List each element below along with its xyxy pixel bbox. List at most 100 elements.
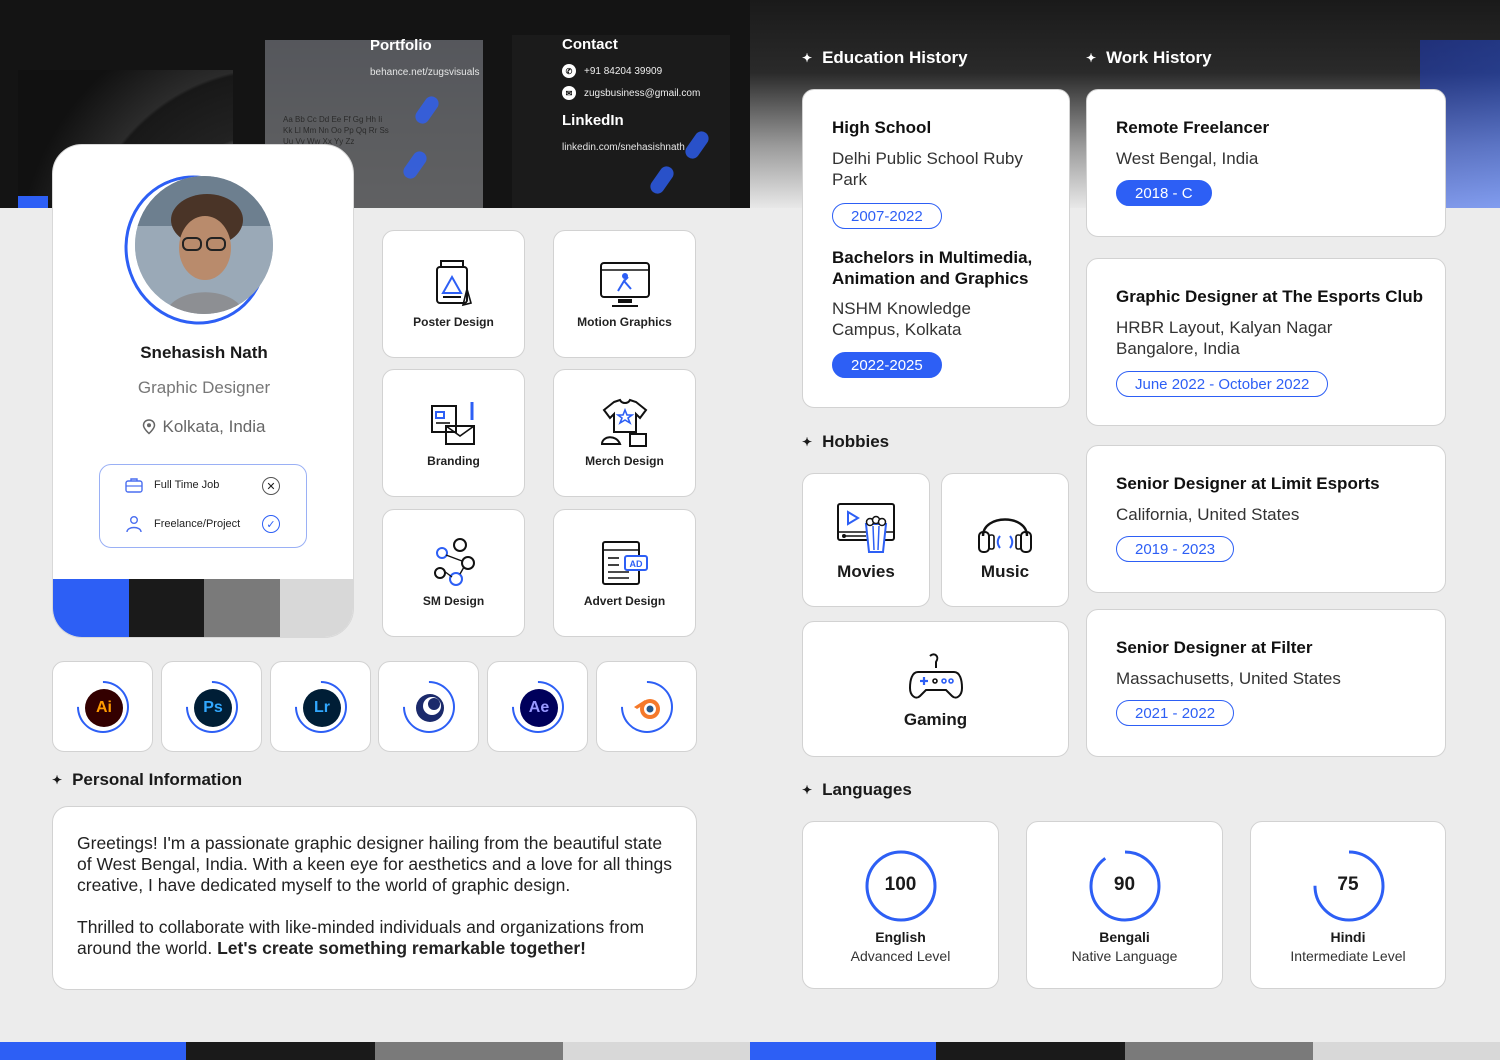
bio-paragraph-1: Greetings! I'm a passionate graphic desi… bbox=[77, 833, 673, 895]
skill-poster-design: Poster Design bbox=[382, 230, 525, 358]
bio-paragraph-2: Thrilled to collaborate with like-minded… bbox=[77, 917, 645, 958]
hobby-gaming: Gaming bbox=[802, 621, 1069, 757]
branding-icon bbox=[430, 402, 475, 445]
work-place: West Bengal, India bbox=[1116, 149, 1259, 168]
skill-sm-design: SM Design bbox=[382, 509, 525, 637]
language-score: 75 bbox=[1337, 874, 1359, 895]
footer-bar-black bbox=[936, 1042, 1125, 1060]
skill-label: Merch Design bbox=[585, 454, 664, 468]
footer-bar-blue bbox=[0, 1042, 186, 1060]
software-tile-blender bbox=[596, 661, 697, 752]
movies-icon bbox=[837, 503, 895, 553]
skill-motion-graphics: Motion Graphics bbox=[553, 230, 696, 358]
work-title: Graphic Designer at The Esports Club bbox=[1116, 287, 1424, 306]
languages-heading: ✦ Languages bbox=[802, 780, 912, 799]
work-card: Remote Freelancer West Bengal, India 201… bbox=[1086, 89, 1446, 237]
footer-bar-light bbox=[1313, 1042, 1500, 1060]
phone-number[interactable]: +91 84204 39909 bbox=[584, 66, 662, 77]
skill-advert-design: AD Advert Design bbox=[553, 509, 696, 637]
sparkle-icon: ✦ bbox=[52, 773, 63, 787]
hobby-label: Gaming bbox=[903, 710, 968, 729]
work-card: Senior Designer at Limit Esports Califor… bbox=[1086, 445, 1446, 593]
job-option-freelance: Freelance/Project bbox=[124, 515, 240, 533]
software-tile-after-effects: Ae bbox=[487, 661, 588, 752]
work-heading: ✦ Work History bbox=[1086, 48, 1212, 67]
email-address[interactable]: zugsbusiness@gmail.com bbox=[584, 88, 700, 99]
linkedin-title: LinkedIn bbox=[562, 112, 624, 129]
gamepad-icon bbox=[908, 653, 963, 699]
language-score: 90 bbox=[1113, 874, 1136, 895]
after-effects-icon: Ae bbox=[520, 689, 558, 727]
skill-branding: Branding bbox=[382, 369, 525, 497]
merch-icon bbox=[600, 398, 647, 447]
illustrator-icon: Ai bbox=[85, 689, 123, 727]
check-icon[interactable]: ✓ bbox=[262, 515, 280, 533]
social-media-icon bbox=[433, 538, 475, 586]
location-pin-icon bbox=[143, 419, 156, 435]
language-level: Advanced Level bbox=[850, 948, 951, 964]
job-option-fulltime: Full Time Job bbox=[124, 476, 219, 494]
personal-info-heading: ✦ Personal Information bbox=[52, 770, 243, 789]
phone-row: ✆ +91 84204 39909 bbox=[562, 64, 662, 78]
blender-icon bbox=[629, 689, 667, 727]
skill-merch-design: Merch Design bbox=[553, 369, 696, 497]
sparkle-icon: ✦ bbox=[802, 783, 813, 797]
linkedin-link[interactable]: linkedin.com/snehasishnath bbox=[562, 142, 685, 153]
avatar-illustration bbox=[135, 176, 273, 314]
education-heading: ✦ Education History bbox=[802, 48, 968, 67]
lightroom-icon: Lr bbox=[303, 689, 341, 727]
swatch-gray bbox=[204, 579, 280, 637]
job-option-label: Freelance/Project bbox=[154, 518, 241, 530]
skill-label: Branding bbox=[427, 454, 480, 468]
hobby-music: Music bbox=[941, 473, 1069, 607]
skill-label: Motion Graphics bbox=[577, 315, 672, 329]
hobby-label: Music bbox=[980, 562, 1030, 581]
work-years: June 2022 - October 2022 bbox=[1116, 371, 1329, 397]
profile-role: Graphic Designer bbox=[137, 378, 271, 397]
photoshop-icon: Ps bbox=[194, 689, 232, 727]
education-title: Bachelors in Multimedia, Animation and G… bbox=[832, 248, 1033, 288]
personal-info-card: Greetings! I'm a passionate graphic desi… bbox=[52, 806, 697, 990]
language-card-bengali: 90 Bengali Native Language bbox=[1026, 821, 1223, 989]
avatar bbox=[135, 176, 273, 314]
svg-text:AD: AD bbox=[629, 559, 642, 569]
education-card: High School Delhi Public School Ruby Par… bbox=[802, 89, 1070, 408]
footer-bar-light bbox=[563, 1042, 750, 1060]
work-years: 2019 - 2023 bbox=[1116, 536, 1235, 562]
cinema4d-icon bbox=[411, 689, 449, 727]
education-years: 2007-2022 bbox=[832, 203, 942, 229]
skill-label: SM Design bbox=[422, 594, 485, 608]
education-title: High School bbox=[832, 118, 932, 137]
poster-icon bbox=[435, 260, 472, 307]
work-years: 2018 - C bbox=[1116, 180, 1212, 206]
language-card-english: 100 English Advanced Level bbox=[802, 821, 999, 989]
profile-location: Kolkata, India bbox=[53, 417, 353, 437]
language-level: Native Language bbox=[1071, 948, 1178, 964]
declined-icon[interactable]: ✕ bbox=[262, 477, 280, 495]
portfolio-link[interactable]: behance.net/zugsvisuals bbox=[370, 67, 480, 78]
software-tile-lightroom: Lr bbox=[270, 661, 371, 752]
email-row: ✉ zugsbusiness@gmail.com bbox=[562, 86, 700, 100]
language-name: Bengali bbox=[1099, 929, 1150, 945]
profile-name: Snehasish Nath bbox=[140, 343, 268, 362]
skill-label: Advert Design bbox=[583, 594, 666, 608]
phone-icon: ✆ bbox=[562, 64, 576, 78]
swatch-black bbox=[128, 579, 204, 637]
mail-icon: ✉ bbox=[562, 86, 576, 100]
education-place: Delhi Public School Ruby Park bbox=[832, 149, 1023, 189]
briefcase-icon bbox=[125, 478, 143, 493]
work-card: Senior Designer at Filter Massachusetts,… bbox=[1086, 609, 1446, 757]
blue-accent bbox=[18, 196, 48, 208]
language-card-hindi: 75 Hindi Intermediate Level bbox=[1250, 821, 1446, 989]
work-place: Massachusetts, United States bbox=[1116, 669, 1341, 688]
hobby-label: Movies bbox=[837, 562, 895, 581]
job-preference-box: Full Time Job ✕ Freelance/Project ✓ bbox=[99, 464, 307, 548]
skill-label: Poster Design bbox=[413, 315, 494, 329]
work-title: Senior Designer at Filter bbox=[1116, 638, 1313, 657]
footer-bar-gray bbox=[1125, 1042, 1313, 1060]
language-name: English bbox=[875, 929, 926, 945]
software-tile-photoshop: Ps bbox=[161, 661, 262, 752]
work-years: 2021 - 2022 bbox=[1116, 700, 1235, 726]
paper-sample-text: Aa Bb Cc Dd Ee Ff Gg Hh Ii Kk Ll Mm Nn O… bbox=[283, 115, 389, 146]
sparkle-icon: ✦ bbox=[802, 51, 813, 65]
